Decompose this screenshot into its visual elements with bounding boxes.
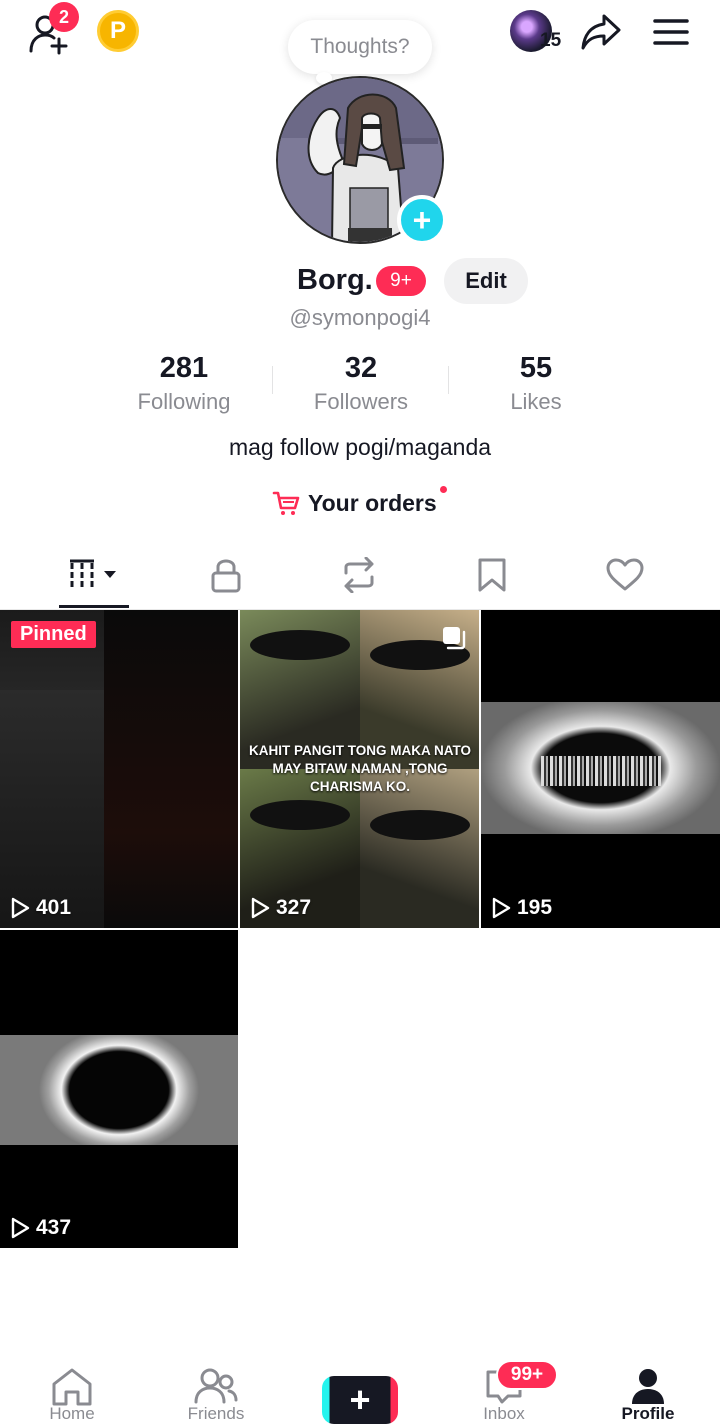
active-tab-indicator	[59, 605, 129, 608]
menu-button[interactable]	[648, 10, 694, 54]
edit-profile-button[interactable]: Edit	[444, 258, 528, 304]
view-count: 401	[10, 896, 71, 920]
likes-label: Likes	[510, 389, 562, 414]
tab-liked[interactable]	[585, 552, 665, 598]
stat-likes[interactable]: 55 Likes	[456, 352, 616, 415]
tab-reposts[interactable]	[319, 552, 399, 598]
display-name: Borg.	[297, 264, 373, 296]
video-thumbnail[interactable]: KAHIT PANGIT TONG MAKA NATO MAY BITAW NA…	[240, 610, 479, 928]
video-thumbnail[interactable]: 401	[0, 610, 238, 928]
repost-icon	[344, 557, 374, 593]
profile-name-row: Borg. 9+ Edit	[0, 258, 720, 304]
play-icon	[11, 1217, 30, 1239]
video-caption: KAHIT PANGIT TONG MAKA NATO MAY BITAW NA…	[249, 743, 471, 794]
tab-favorites[interactable]	[452, 552, 532, 598]
plus-icon: +	[412, 201, 432, 238]
thumbnail-shadow	[0, 690, 104, 928]
view-count: 195	[491, 896, 552, 920]
play-icon	[492, 897, 511, 919]
stat-divider	[448, 366, 449, 394]
share-icon	[581, 14, 621, 50]
play-icon	[11, 897, 30, 919]
share-button[interactable]	[578, 10, 624, 54]
stat-following[interactable]: 281 Following	[104, 352, 264, 415]
followers-count: 32	[344, 352, 378, 384]
nav-profile-label: Profile	[621, 1404, 675, 1423]
nav-friends[interactable]: Friends	[156, 1350, 276, 1424]
video-thumbnail[interactable]: 195	[481, 610, 720, 928]
coin-button[interactable]: P	[97, 10, 139, 52]
shopping-cart-icon	[272, 491, 300, 515]
cap-shape	[250, 800, 350, 830]
profile-bio: mag follow pogi/maganda	[228, 434, 492, 460]
following-label: Following	[137, 389, 231, 414]
tab-private[interactable]	[186, 552, 266, 598]
inbox-badge: 99+	[496, 1360, 558, 1390]
pinned-badge: Pinned	[11, 621, 96, 648]
thoughts-bubble[interactable]: Thoughts?	[288, 20, 432, 74]
stat-followers[interactable]: 32 Followers	[281, 352, 441, 415]
name-notification-badge[interactable]: 9+	[376, 266, 426, 296]
friends-icon	[194, 1368, 238, 1404]
nav-home-label: Home	[49, 1404, 95, 1423]
hamburger-menu-icon	[653, 19, 689, 45]
home-icon	[52, 1368, 92, 1406]
lock-icon	[211, 559, 241, 593]
create-button[interactable]: +	[322, 1376, 398, 1424]
view-count: 327	[250, 896, 311, 920]
video-thumbnail[interactable]: 437	[0, 930, 238, 1248]
create-plus-icon: +	[330, 1376, 390, 1424]
noise-band	[541, 756, 661, 786]
your-orders-button[interactable]: Your orders	[272, 486, 447, 520]
your-orders-label: Your orders	[308, 489, 437, 516]
followers-label: Followers	[313, 389, 409, 414]
following-count: 281	[159, 352, 209, 384]
orders-notification-dot	[440, 486, 447, 493]
cap-shape	[250, 630, 350, 660]
story-viewers-button[interactable]: 15	[508, 10, 564, 56]
multi-photo-icon	[443, 627, 466, 650]
stat-divider	[272, 366, 273, 394]
cap-shape	[370, 810, 470, 840]
add-friend-badge: 2	[49, 2, 79, 32]
likes-count: 55	[519, 352, 553, 384]
coin-icon: P	[97, 10, 139, 52]
videos-grid-icon	[70, 559, 116, 587]
nav-inbox-label: Inbox	[483, 1404, 525, 1423]
bookmark-icon	[478, 558, 506, 592]
view-count: 437	[10, 1216, 71, 1240]
story-count: 15	[540, 30, 562, 51]
thumbnail-shadow	[104, 610, 238, 928]
nav-friends-label: Friends	[187, 1404, 245, 1423]
tab-videos[interactable]	[54, 552, 134, 598]
add-story-button[interactable]: +	[397, 195, 447, 245]
username: @symonpogi4	[289, 305, 431, 330]
nav-home[interactable]: Home	[12, 1350, 132, 1424]
play-icon	[251, 897, 270, 919]
nav-profile[interactable]: Profile	[588, 1350, 708, 1424]
profile-icon	[632, 1369, 664, 1404]
heart-icon	[606, 558, 644, 591]
eclipse-ring	[0, 1035, 238, 1145]
